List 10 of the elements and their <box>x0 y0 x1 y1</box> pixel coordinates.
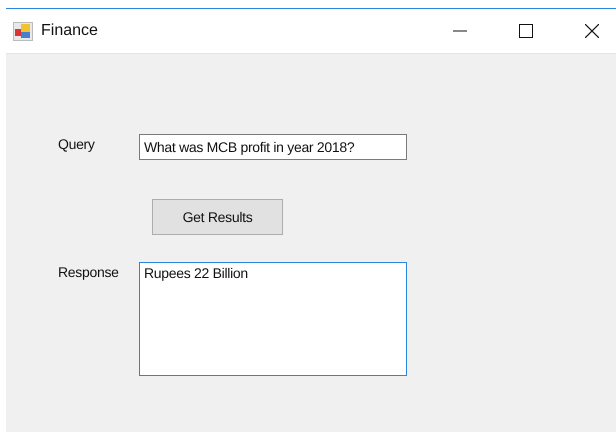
maximize-icon <box>519 24 533 38</box>
query-field[interactable]: What was MCB profit in year 2018? <box>139 134 407 160</box>
get-results-button[interactable]: Get Results <box>152 199 283 235</box>
query-label: Query <box>58 135 96 154</box>
window-title: Finance <box>41 22 98 40</box>
response-field[interactable]: Rupees 22 Billion <box>139 262 407 376</box>
minimize-icon <box>453 30 467 32</box>
response-label: Response <box>58 263 120 282</box>
squares-icon <box>13 22 33 40</box>
close-icon <box>585 24 599 38</box>
